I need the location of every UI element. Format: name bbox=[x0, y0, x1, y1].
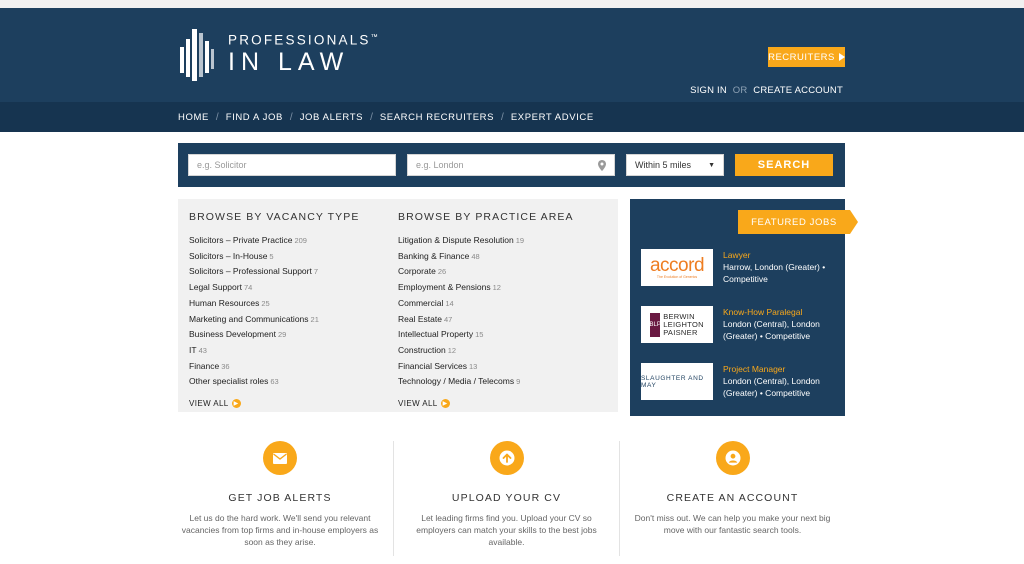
logo-line-1: PROFESSIONALS bbox=[228, 32, 371, 48]
feature-cards: GET JOB ALERTS Let us do the hard work. … bbox=[167, 441, 857, 556]
vacancy-item[interactable]: Solicitors – In-House 5 bbox=[189, 249, 359, 265]
nav-separator: / bbox=[370, 111, 373, 123]
arrow-right-circle-icon: ▶ bbox=[440, 399, 450, 409]
vacancy-item[interactable]: Solicitors – Professional Support 7 bbox=[189, 264, 359, 280]
practice-item[interactable]: Real Estate 47 bbox=[398, 312, 574, 328]
keyword-input[interactable]: e.g. Solicitor bbox=[188, 154, 396, 176]
auth-links: SIGN IN OR CREATE ACCOUNT bbox=[690, 85, 843, 96]
vacancy-item[interactable]: Other specialist roles 63 bbox=[189, 374, 359, 390]
practice-item[interactable]: Commercial 14 bbox=[398, 296, 574, 312]
accord-logo-tagline: The Evolution of Generics bbox=[656, 274, 698, 279]
feature-upload-cv[interactable]: UPLOAD YOUR CV Let leading firms find yo… bbox=[393, 441, 619, 556]
practice-view-all-link[interactable]: VIEW ALL ▶ bbox=[398, 399, 574, 409]
browse-panel: BROWSE BY VACANCY TYPE Solicitors – Priv… bbox=[178, 199, 618, 412]
recruiters-button-label: RECRUITERS bbox=[768, 51, 835, 63]
vacancy-item[interactable]: Finance 36 bbox=[189, 359, 359, 375]
practice-item[interactable]: Technology / Media / Telecoms 9 bbox=[398, 374, 574, 390]
chevron-down-icon: ▼ bbox=[708, 161, 715, 169]
map-pin-icon bbox=[598, 159, 606, 171]
practice-item[interactable]: Corporate 26 bbox=[398, 264, 574, 280]
practice-item[interactable]: Intellectual Property 15 bbox=[398, 327, 574, 343]
auth-or-text: OR bbox=[732, 85, 748, 96]
vacancy-item[interactable]: Business Development 29 bbox=[189, 327, 359, 343]
slaughter-and-may-wordmark: SLAUGHTER AND MAY bbox=[641, 374, 704, 389]
nav-expert-advice[interactable]: EXPERT ADVICE bbox=[511, 112, 594, 123]
site-header: PROFESSIONALS™ IN LAW RECRUITERS SIGN IN… bbox=[0, 8, 1024, 102]
vacancy-item[interactable]: Legal Support 74 bbox=[189, 280, 359, 296]
feature-title: UPLOAD YOUR CV bbox=[451, 492, 562, 504]
berwin-leighton-paisner-logo: BLP BERWIN LEIGHTON PAISNER bbox=[641, 306, 713, 343]
accord-logo: accord The Evolution of Generics bbox=[641, 249, 713, 286]
blp-mark: BLP bbox=[650, 312, 661, 337]
feature-create-account[interactable]: CREATE AN ACCOUNT Don't miss out. We can… bbox=[619, 441, 845, 556]
featured-job[interactable]: accord The Evolution of Generics Lawyer … bbox=[641, 249, 843, 286]
play-arrow-icon bbox=[838, 53, 845, 61]
accord-logo-word: accord bbox=[649, 254, 705, 276]
radius-select[interactable]: Within 5 miles ▼ bbox=[626, 154, 724, 176]
recruiters-button[interactable]: RECRUITERS bbox=[768, 47, 845, 67]
user-icon bbox=[715, 441, 750, 475]
create-account-link[interactable]: CREATE ACCOUNT bbox=[753, 85, 843, 96]
logo-buildings-icon bbox=[180, 29, 214, 81]
arrow-right-circle-icon: ▶ bbox=[231, 399, 241, 409]
featured-jobs-heading: FEATURED JOBS bbox=[738, 210, 858, 234]
site-logo[interactable]: PROFESSIONALS™ IN LAW bbox=[178, 25, 378, 81]
vacancy-item[interactable]: Human Resources 25 bbox=[189, 296, 359, 312]
featured-job[interactable]: SLAUGHTER AND MAY Project Manager London… bbox=[641, 363, 843, 400]
nav-home[interactable]: HOME bbox=[178, 112, 209, 123]
location-placeholder: e.g. London bbox=[416, 160, 464, 170]
job-title[interactable]: Lawyer bbox=[723, 249, 843, 261]
feature-job-alerts[interactable]: GET JOB ALERTS Let us do the hard work. … bbox=[167, 441, 393, 556]
nav-job-alerts[interactable]: JOB ALERTS bbox=[300, 112, 363, 123]
practice-item[interactable]: Litigation & Dispute Resolution 19 bbox=[398, 233, 574, 249]
feature-text: Let leading firms find you. Upload your … bbox=[416, 513, 597, 547]
featured-job[interactable]: BLP BERWIN LEIGHTON PAISNER Know-How Par… bbox=[641, 306, 843, 343]
feature-text: Don't miss out. We can help you make you… bbox=[634, 513, 831, 535]
browse-practice-column: BROWSE BY PRACTICE AREA Litigation & Dis… bbox=[398, 211, 574, 409]
vacancy-item[interactable]: Marketing and Communications 21 bbox=[189, 312, 359, 328]
vacancy-view-all-link[interactable]: VIEW ALL ▶ bbox=[189, 399, 359, 409]
browse-vacancy-column: BROWSE BY VACANCY TYPE Solicitors – Priv… bbox=[189, 211, 360, 409]
feature-title: CREATE AN ACCOUNT bbox=[666, 492, 799, 504]
practice-item[interactable]: Banking & Finance 48 bbox=[398, 249, 574, 265]
envelope-icon bbox=[263, 441, 297, 475]
search-button[interactable]: SEARCH bbox=[735, 154, 833, 176]
sign-in-link[interactable]: SIGN IN bbox=[690, 85, 727, 96]
vacancy-item[interactable]: Solicitors – Private Practice 209 bbox=[189, 233, 359, 249]
logo-trademark: ™ bbox=[370, 33, 378, 41]
job-title[interactable]: Know-How Paralegal bbox=[723, 306, 843, 318]
vacancy-item[interactable]: IT 43 bbox=[189, 343, 359, 359]
feature-text: Let us do the hard work. We'll send you … bbox=[181, 513, 379, 547]
featured-jobs-panel: FEATURED JOBS accord The Evolution of Ge… bbox=[630, 199, 858, 416]
nav-separator: / bbox=[215, 111, 219, 123]
slaughter-and-may-logo: SLAUGHTER AND MAY bbox=[641, 363, 713, 400]
feature-title: GET JOB ALERTS bbox=[228, 492, 332, 504]
practice-item[interactable]: Financial Services 13 bbox=[398, 359, 574, 375]
job-location: London (Central), London (Greater) • Com… bbox=[723, 319, 820, 341]
practice-item[interactable]: Employment & Pensions 12 bbox=[398, 280, 574, 296]
job-location: Harrow, London (Greater) • Competitive bbox=[723, 262, 826, 284]
vacancy-heading: BROWSE BY VACANCY TYPE bbox=[189, 211, 360, 223]
nav-find-a-job[interactable]: FIND A JOB bbox=[226, 112, 283, 123]
practice-heading: BROWSE BY PRACTICE AREA bbox=[398, 211, 574, 223]
upload-arrow-icon bbox=[489, 441, 524, 475]
main-nav: HOME / FIND A JOB / JOB ALERTS / SEARCH … bbox=[0, 102, 1024, 132]
nav-separator: / bbox=[289, 111, 293, 123]
job-location: London (Central), London (Greater) • Com… bbox=[723, 376, 820, 398]
job-title[interactable]: Project Manager bbox=[723, 363, 843, 375]
nav-search-recruiters[interactable]: SEARCH RECRUITERS bbox=[380, 112, 494, 123]
keyword-placeholder: e.g. Solicitor bbox=[197, 160, 247, 170]
browser-top-strip bbox=[0, 0, 1024, 8]
nav-separator: / bbox=[501, 111, 504, 123]
logo-line-2: IN LAW bbox=[228, 48, 350, 77]
location-input[interactable]: e.g. London bbox=[407, 154, 615, 176]
job-search-bar: e.g. Solicitor e.g. London Within 5 mile… bbox=[178, 143, 845, 187]
radius-value: Within 5 miles bbox=[635, 160, 692, 170]
practice-item[interactable]: Construction 12 bbox=[398, 343, 574, 359]
